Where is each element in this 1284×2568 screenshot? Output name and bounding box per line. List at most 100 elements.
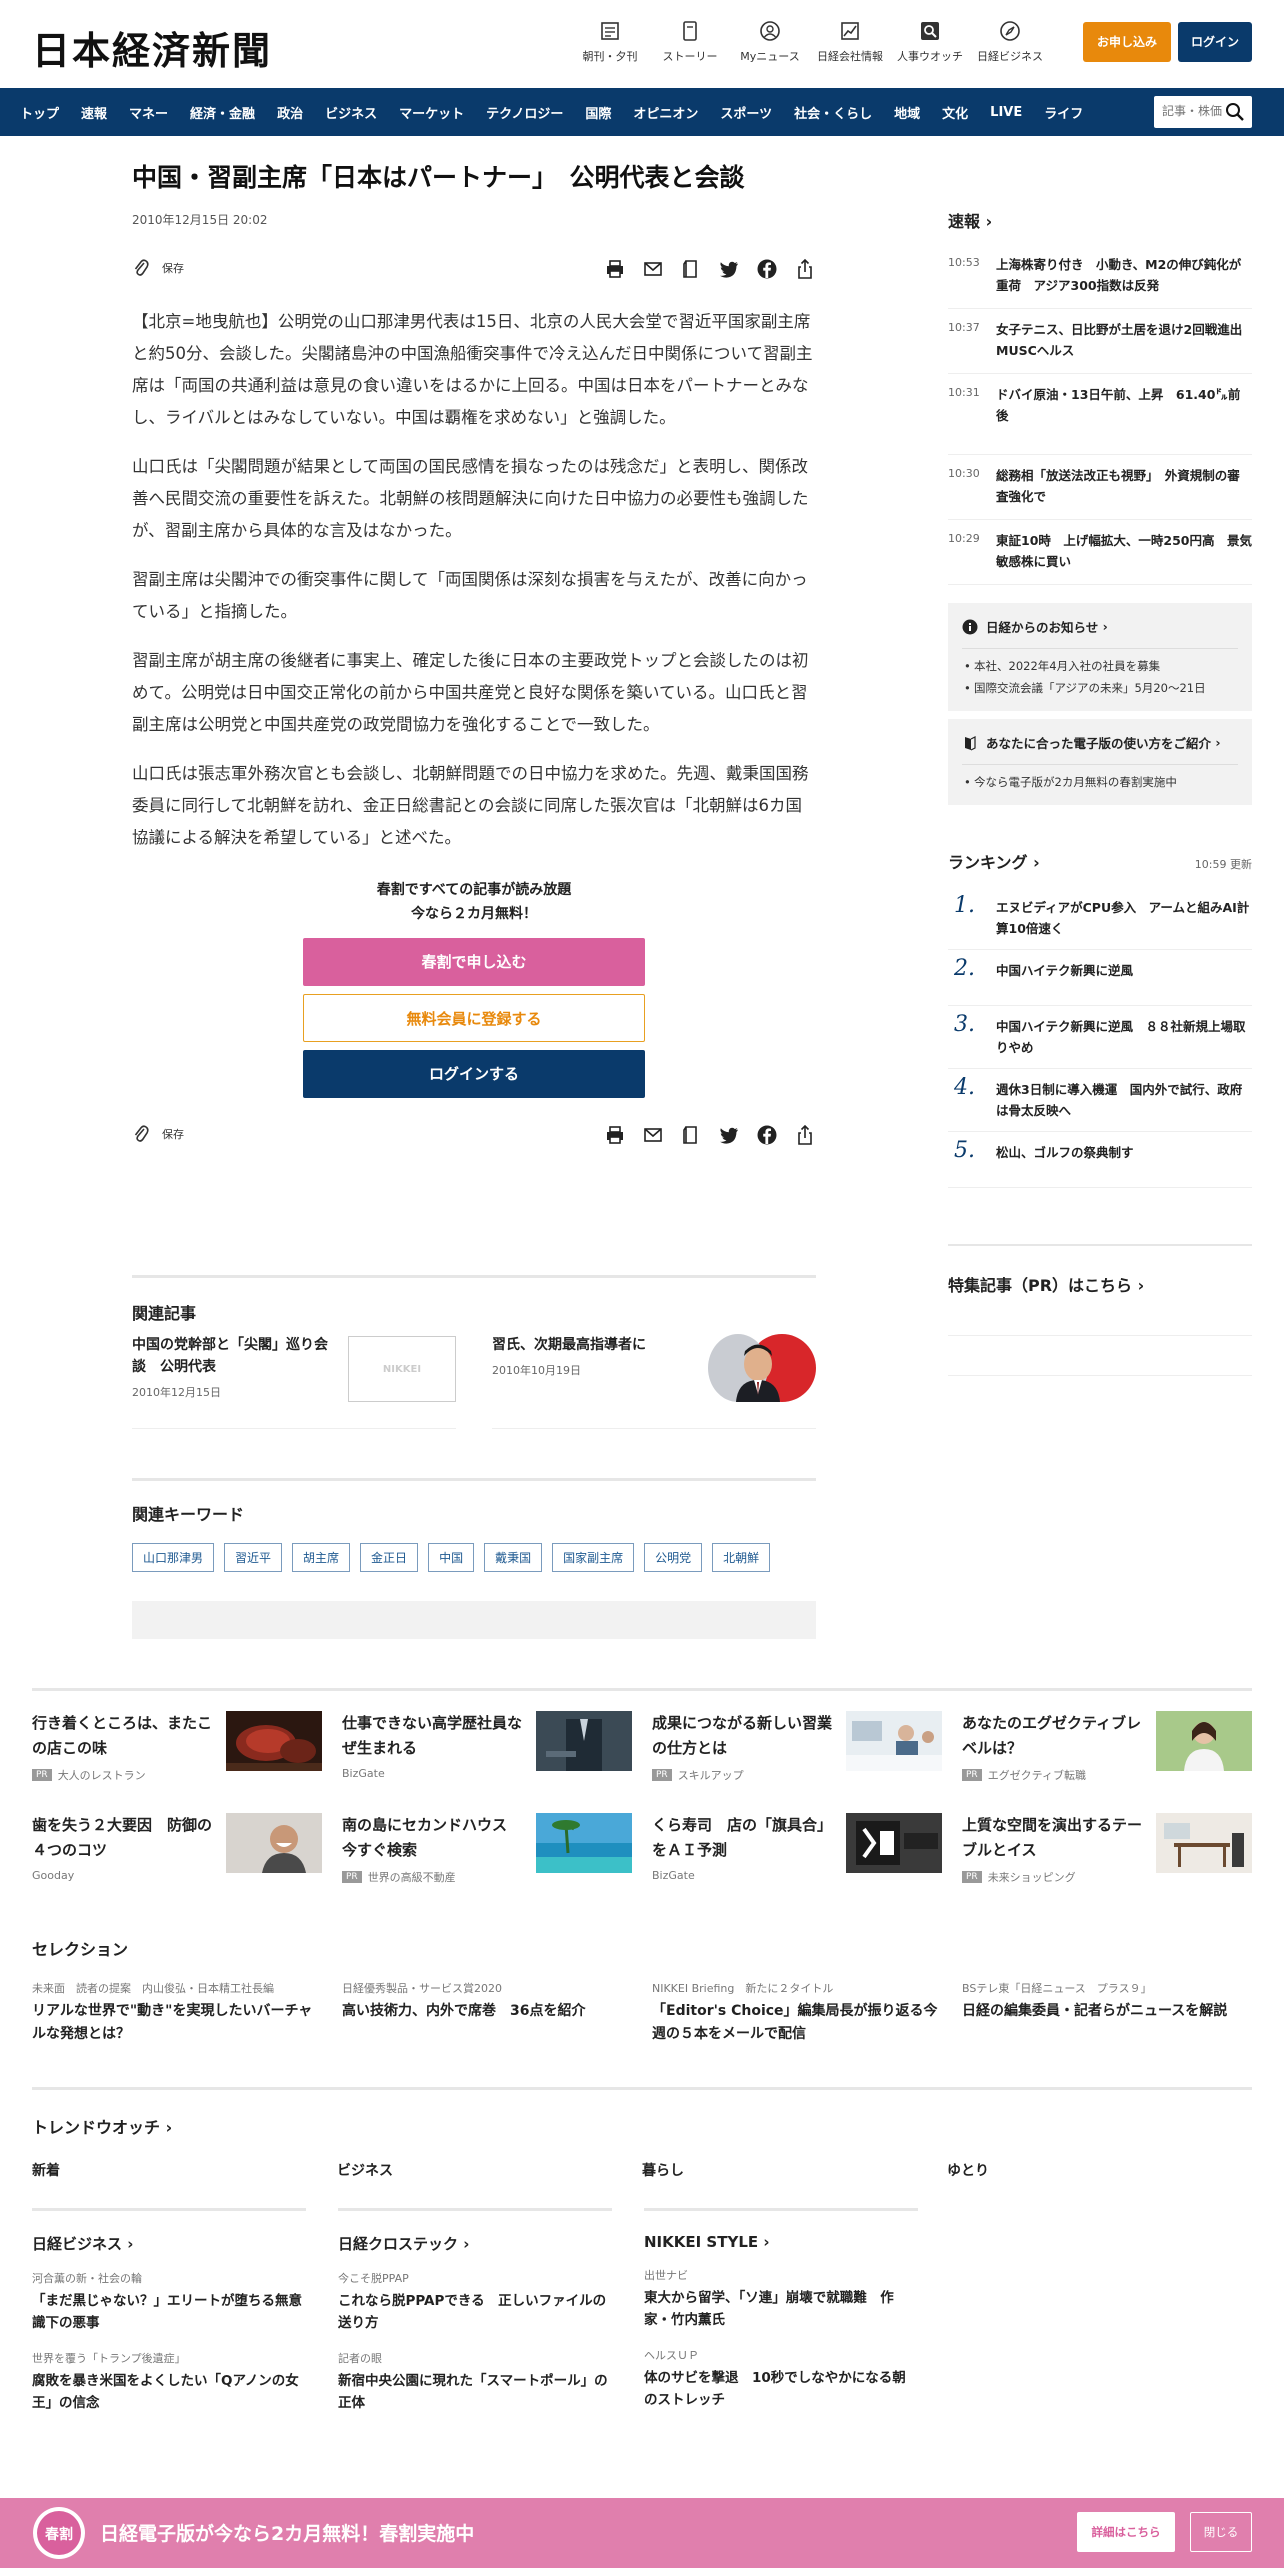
twitter-icon[interactable]	[718, 258, 740, 280]
pr-card[interactable]: くら寿司 店の「旗具合」をＡＩ予測 BizGate	[652, 1813, 942, 1915]
save-button[interactable]: 保存	[132, 1124, 184, 1144]
nav-item-live[interactable]: LIVE	[990, 105, 1022, 120]
nav-item-money[interactable]: マネー	[129, 103, 168, 122]
related-item[interactable]: 習氏、次期最高指導者に 2010年10月19日	[492, 1334, 816, 1429]
spring-subscribe-button[interactable]: 春割で申し込む	[303, 938, 645, 986]
media-title[interactable]: 日経ビジネス ›	[32, 2233, 306, 2254]
nav-item-technology[interactable]: テクノロジー	[486, 103, 563, 122]
trend-tab-leisure[interactable]: ゆとり	[947, 2160, 1252, 2180]
keyword-tag[interactable]: 中国	[428, 1543, 475, 1572]
header-nav-company[interactable]: 日経会社情報	[810, 20, 890, 64]
print-icon[interactable]	[604, 1124, 626, 1146]
header-nav-business[interactable]: 日経ビジネス	[970, 20, 1050, 64]
keyword-tag[interactable]: 北朝鮮	[712, 1543, 771, 1572]
keyword-tag[interactable]: 習近平	[224, 1543, 283, 1572]
breaking-item[interactable]: 10:37 女子テニス、日比野が土居を退け2回戦進出 MUSCヘルス	[948, 309, 1255, 374]
ranking-item[interactable]: 2. 中国ハイテク新興に逆風	[948, 950, 1252, 1006]
selection-item[interactable]: 日経優秀製品・サービス賞2020 高い技術力、内外で席巻 36点を紹介	[342, 1980, 632, 2046]
share-icon[interactable]	[794, 1124, 816, 1146]
pr-card[interactable]: 成果につながる新しい習業の仕方とは PR スキルアップ	[652, 1711, 942, 1813]
search-icon[interactable]	[1224, 101, 1246, 123]
breaking-item[interactable]: 10:31 ドバイ原油・13日午前、上昇 61.40㌦前後	[948, 374, 1252, 455]
keyword-tag[interactable]: 山口那津男	[132, 1543, 215, 1572]
nav-item-breaking[interactable]: 速報	[81, 103, 107, 122]
breaking-item[interactable]: 10:30 総務相「放送法改正も視野」 外資規制の審査強化で	[948, 455, 1252, 520]
ranking-item[interactable]: 1. エヌビディアがCPU参入 アームと組みAI計算10倍速く	[948, 887, 1252, 950]
pr-features-title[interactable]: 特集記事（PR）はこちら ›	[948, 1272, 1252, 1296]
pr-card[interactable]: あなたのエグゼクティブレベルは？ PR エグゼクティブ転職	[962, 1711, 1252, 1813]
header-nav-paper[interactable]: 朝刊・夕刊	[570, 20, 650, 64]
keyword-tag[interactable]: 戴秉国	[484, 1543, 543, 1572]
media-item[interactable]: 今こそ脱PPAP これなら脱PPAPできる 正しいファイルの送り方	[338, 2270, 612, 2334]
facebook-icon[interactable]	[756, 1124, 778, 1146]
login-button[interactable]: ログイン	[1178, 22, 1252, 62]
media-item[interactable]: 記者の眼 新宿中央公園に現れた「スマートポール」の正体	[338, 2350, 612, 2414]
notice-item[interactable]: 国際交流会議「アジアの未来」5月20～21日	[962, 677, 1238, 699]
mail-icon[interactable]	[642, 258, 664, 280]
guide-title[interactable]: あなたに合った電子版の使い方をご紹介 ›	[962, 733, 1238, 752]
trend-tab-business[interactable]: ビジネス	[337, 2160, 642, 2180]
media-title[interactable]: 日経クロステック ›	[338, 2233, 612, 2254]
nav-item-top[interactable]: トップ	[20, 103, 59, 122]
selection-item[interactable]: NIKKEI Briefing 新たに２タイトル 「Editor's Choice…	[652, 1980, 942, 2046]
nav-item-market[interactable]: マーケット	[399, 103, 464, 122]
related-item[interactable]: 中国の党幹部と「尖閣」巡り会談 公明代表 2010年12月15日 NIKKEI	[132, 1334, 456, 1429]
media-item[interactable]: 出世ナビ 東大から留学、「ソ連」崩壊で就職難 作家・竹内薫氏	[644, 2267, 918, 2331]
memo-icon[interactable]	[680, 1124, 702, 1146]
nav-item-economy[interactable]: 経済・金融	[190, 103, 255, 122]
media-item[interactable]: 河合薫の新・社会の輪 「まだ黒じゃない？」エリートが堕ちる無意識下の悪事	[32, 2270, 306, 2334]
header-nav-jinji[interactable]: 人事ウオッチ	[890, 20, 970, 64]
banner-close-button[interactable]: 閉じる	[1190, 2512, 1252, 2552]
paywall-login-button[interactable]: ログインする	[303, 1050, 645, 1098]
header-nav-story[interactable]: ストーリー	[650, 20, 730, 64]
notice-title[interactable]: 日経からのお知らせ ›	[962, 617, 1238, 636]
header-nav-mynews[interactable]: Myニュース	[730, 20, 810, 64]
media-title[interactable]: NIKKEI STYLE ›	[644, 2233, 918, 2251]
breaking-title[interactable]: 速報 ›	[948, 208, 1252, 232]
print-icon[interactable]	[604, 258, 626, 280]
breaking-item[interactable]: 10:29 東証10時 上げ幅拡大、一時250円高 景気敏感株に買い	[948, 520, 1252, 585]
ranking-item[interactable]: 3. 中国ハイテク新興に逆風 ８８社新規上場取りやめ	[948, 1006, 1252, 1069]
nav-item-politics[interactable]: 政治	[277, 103, 303, 122]
keyword-tag[interactable]: 国家副主席	[552, 1543, 635, 1572]
nav-item-sports[interactable]: スポーツ	[720, 103, 772, 122]
twitter-icon[interactable]	[718, 1124, 740, 1146]
pr-card[interactable]: 上質な空間を演出するテーブルとイス PR 未来ショッピング	[962, 1813, 1252, 1915]
media-item[interactable]: ヘルスＵＰ 体のサビを撃退 10秒でしなやかになる朝のストレッチ	[644, 2347, 918, 2411]
search-input[interactable]	[1162, 96, 1226, 126]
ranking-title[interactable]: ランキング ›	[948, 849, 1040, 873]
register-button[interactable]: 無料会員に登録する	[303, 994, 645, 1042]
nav-item-life[interactable]: ライフ	[1044, 103, 1083, 122]
subscribe-button[interactable]: お申し込み	[1083, 22, 1171, 62]
trend-tab-new[interactable]: 新着	[32, 2160, 337, 2180]
site-logo[interactable]: 日本経済新聞	[32, 20, 272, 75]
mail-icon[interactable]	[642, 1124, 664, 1146]
notice-item[interactable]: 本社、2022年4月入社の社員を募集	[962, 655, 1238, 677]
pr-card[interactable]: 行き着くところは、またこの店この味 PR 大人のレストラン	[32, 1711, 322, 1813]
facebook-icon[interactable]	[756, 258, 778, 280]
trend-tab-life[interactable]: 暮らし	[642, 2160, 947, 2180]
keyword-tag[interactable]: 胡主席	[292, 1543, 351, 1572]
memo-icon[interactable]	[680, 258, 702, 280]
keyword-tag[interactable]: 金正日	[360, 1543, 419, 1572]
ranking-item[interactable]: 4. 週休3日制に導入機運 国内外で試行、政府は骨太反映へ	[948, 1069, 1252, 1132]
nav-item-opinion[interactable]: オピニオン	[633, 103, 698, 122]
nav-item-business[interactable]: ビジネス	[325, 103, 377, 122]
banner-detail-button[interactable]: 詳細はこちら	[1077, 2512, 1175, 2552]
share-icon[interactable]	[794, 258, 816, 280]
nav-item-culture[interactable]: 文化	[942, 103, 968, 122]
selection-item[interactable]: BSテレ東「日経ニュース プラス９」 日経の編集委員・記者らがニュースを解説	[962, 1980, 1252, 2046]
save-button[interactable]: 保存	[132, 258, 184, 278]
pr-card[interactable]: 歯を失う２大要因 防御の４つのコツ Gooday	[32, 1813, 322, 1915]
media-item[interactable]: 世界を覆う「トランプ後遺症」 腐敗を暴き米国をよくしたい「Qアノンの女王」の信念	[32, 2350, 306, 2414]
pr-card[interactable]: 南の島にセカンドハウス 今すぐ検索 PR 世界の高級不動産	[342, 1813, 632, 1915]
nav-item-region[interactable]: 地域	[894, 103, 920, 122]
nav-item-society[interactable]: 社会・くらし	[794, 103, 872, 122]
nav-item-international[interactable]: 国際	[585, 103, 611, 122]
ranking-item[interactable]: 5. 松山、ゴルフの祭典制す	[948, 1132, 1252, 1188]
keyword-tag[interactable]: 公明党	[644, 1543, 703, 1572]
trend-title[interactable]: トレンドウオッチ ›	[32, 2114, 1252, 2138]
breaking-item[interactable]: 10:53 上海株寄り付き 小動き、M2の伸び鈍化が重荷 アジア300指数は反発	[948, 244, 1252, 309]
pr-card[interactable]: 仕事できない高学歴社員なぜ生まれる BizGate	[342, 1711, 632, 1813]
selection-item[interactable]: 未来面 読者の提案 内山俊弘・日本精工社長編 リアルな世界で"動き"を実現したいバ…	[32, 1980, 322, 2046]
